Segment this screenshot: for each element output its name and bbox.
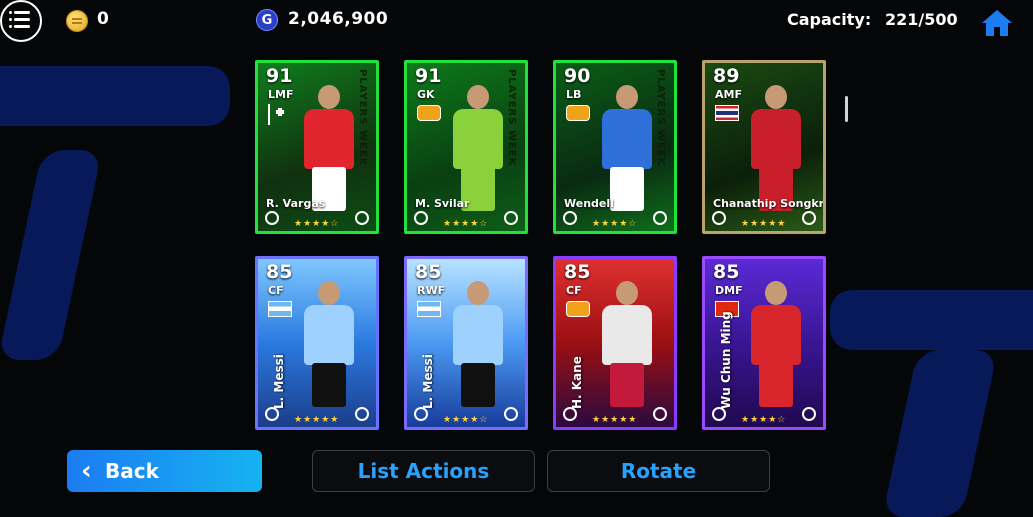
card-side-text: PLAYERS WEEK xyxy=(357,69,368,167)
back-button[interactable]: ‹ Back xyxy=(67,450,262,492)
player-rating: 91 xyxy=(266,65,293,87)
background-stripe xyxy=(882,350,998,517)
player-position: GK xyxy=(417,88,435,101)
efootball-logo-icon xyxy=(355,211,369,225)
top-bar: 0 G 2,046,900 Capacity: 221/500 xyxy=(0,0,1033,42)
efootball-logo-icon xyxy=(355,407,369,421)
rotate-button[interactable]: Rotate xyxy=(547,450,770,492)
efootball-logo-icon xyxy=(802,407,816,421)
player-image xyxy=(596,281,656,407)
player-position: LMF xyxy=(268,88,294,101)
player-rating: 90 xyxy=(564,65,591,87)
player-card[interactable]: 89AMF Chanathip Songkrasin ★★★★★ xyxy=(702,60,826,234)
efootball-logo-icon xyxy=(265,407,279,421)
player-image xyxy=(745,85,805,211)
flag-icon xyxy=(417,301,441,317)
gp-icon: G xyxy=(256,9,278,31)
player-card[interactable]: 85 DMF Wu Chun Ming ★★★★☆ xyxy=(702,256,826,430)
rotate-label: Rotate xyxy=(620,459,697,483)
capacity-value: 221/500 xyxy=(885,10,958,29)
player-rating: 85 xyxy=(266,261,293,283)
background-stripe xyxy=(830,290,1033,350)
player-card[interactable]: 85 CF L. Messi ★★★★★ xyxy=(255,256,379,430)
star-rating: ★★★★★ xyxy=(294,415,340,425)
player-card[interactable]: PLAYERS WEEK 91 GK M. Svilar ★★★★☆ xyxy=(404,60,528,234)
home-button[interactable] xyxy=(980,8,1014,38)
player-rating: 91 xyxy=(415,65,442,87)
player-rating: 85 xyxy=(564,261,591,283)
star-rating: ★★★★★ xyxy=(741,219,787,229)
efootball-logo-icon xyxy=(414,211,428,225)
player-image xyxy=(596,85,656,211)
scrollbar[interactable] xyxy=(845,96,848,122)
flag-icon xyxy=(566,105,590,121)
flag-icon xyxy=(268,301,292,317)
player-position: CF xyxy=(566,284,582,297)
list-actions-label: List Actions xyxy=(357,459,490,483)
efootball-logo-icon xyxy=(653,407,667,421)
player-position: LB xyxy=(566,88,582,101)
player-name: H. Kane xyxy=(570,356,584,409)
star-rating: ★★★★☆ xyxy=(443,219,489,229)
flag-icon xyxy=(417,105,441,121)
player-image xyxy=(447,281,507,407)
player-card[interactable]: 85 RWF L. Messi ★★★★☆ xyxy=(404,256,528,430)
flag-icon xyxy=(268,104,284,125)
player-card[interactable]: PLAYERS WEEK 90 LB Wendell ★★★★☆ xyxy=(553,60,677,234)
star-rating: ★★★★☆ xyxy=(443,415,489,425)
list-actions-button[interactable]: List Actions xyxy=(312,450,535,492)
player-image xyxy=(447,85,507,211)
player-rating: 85 xyxy=(415,261,442,283)
back-button-label: Back xyxy=(105,459,159,483)
efootball-logo-icon xyxy=(712,407,726,421)
star-rating: ★★★★☆ xyxy=(592,219,638,229)
player-name: M. Svilar xyxy=(415,197,470,210)
efootball-logo-icon xyxy=(563,211,577,225)
card-side-text: PLAYERS WEEK xyxy=(655,69,666,167)
efootball-logo-icon xyxy=(653,211,667,225)
player-name: L. Messi xyxy=(272,354,286,409)
player-name: R. Vargas xyxy=(266,197,326,210)
efootball-logo-icon xyxy=(414,407,428,421)
efootball-logo-icon xyxy=(504,407,518,421)
flag-icon xyxy=(715,105,739,121)
player-name: Wu Chun Ming xyxy=(719,311,733,409)
player-card[interactable]: PLAYERS WEEK 91 LMF R. Vargas ★★★★☆ xyxy=(255,60,379,234)
player-image xyxy=(298,281,358,407)
player-position: AMF xyxy=(715,88,742,101)
player-image xyxy=(298,85,358,211)
background-stripe xyxy=(0,66,230,126)
background-stripe xyxy=(0,150,103,360)
chevron-left-icon: ‹ xyxy=(81,456,92,486)
ecoin-icon xyxy=(66,10,88,32)
efootball-logo-icon xyxy=(265,211,279,225)
star-rating: ★★★★☆ xyxy=(294,219,340,229)
player-name: Wendell xyxy=(564,197,614,210)
player-position: RWF xyxy=(417,284,446,297)
flag-icon xyxy=(566,301,590,317)
star-rating: ★★★★☆ xyxy=(741,415,787,425)
card-side-text: PLAYERS WEEK xyxy=(506,69,517,167)
player-image xyxy=(745,281,805,407)
star-rating: ★★★★★ xyxy=(592,415,638,425)
player-position: DMF xyxy=(715,284,743,297)
efootball-logo-icon xyxy=(802,211,816,225)
player-name: L. Messi xyxy=(421,354,435,409)
gp-balance: 2,046,900 xyxy=(288,9,389,29)
efootball-logo-icon xyxy=(504,211,518,225)
coin-balance: 0 xyxy=(97,9,109,29)
player-position: CF xyxy=(268,284,284,297)
efootball-logo-icon xyxy=(563,407,577,421)
capacity-label: Capacity: xyxy=(787,10,872,29)
efootball-logo-icon xyxy=(712,211,726,225)
player-rating: 89 xyxy=(713,65,740,87)
player-card[interactable]: 85 CF H. Kane ★★★★★ xyxy=(553,256,677,430)
player-rating: 85 xyxy=(713,261,740,283)
home-icon xyxy=(982,10,1012,36)
player-name: Chanathip Songkrasin xyxy=(713,197,825,210)
